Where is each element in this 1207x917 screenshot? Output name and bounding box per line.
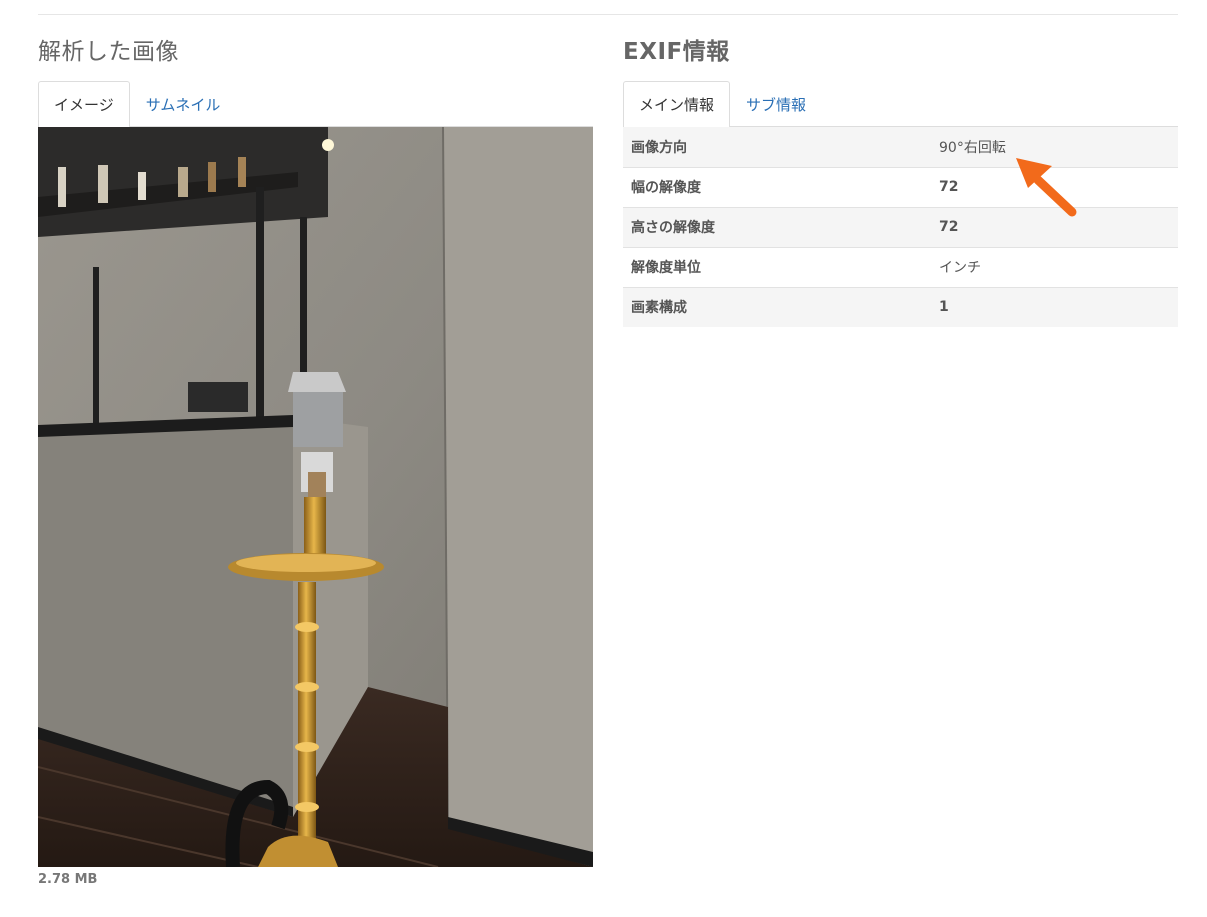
exif-info-title: EXIF情報 [623, 39, 730, 65]
table-row: 画像方向 90°右回転 [623, 127, 1178, 167]
exif-table: 画像方向 90°右回転 幅の解像度 72 高さの解像度 72 解像度単位 インチ… [623, 127, 1178, 327]
tab-sub-info[interactable]: サブ情報 [730, 81, 822, 126]
exif-value: インチ [931, 246, 1178, 287]
table-row: 画素構成 1 [623, 286, 1178, 327]
table-row: 高さの解像度 72 [623, 206, 1178, 247]
exif-key: 解像度単位 [623, 246, 931, 287]
exif-key: 画像方向 [631, 139, 687, 156]
exif-key: 幅の解像度 [623, 166, 931, 207]
annotation-arrow-icon [1016, 158, 1077, 217]
table-row: 幅の解像度 72 [623, 166, 1178, 207]
tab-image[interactable]: イメージ [38, 81, 130, 127]
image-tabs: イメージ サムネイル [38, 81, 593, 127]
exif-key: 高さの解像度 [623, 206, 931, 247]
top-divider [38, 14, 1178, 15]
analyzed-image-title: 解析した画像 [38, 39, 179, 65]
exif-key: 画素構成 [623, 286, 931, 327]
table-row: 解像度単位 インチ [623, 246, 1178, 287]
file-size: 2.78 MB [38, 872, 98, 887]
tab-main-info[interactable]: メイン情報 [623, 81, 731, 127]
analyzed-photo [38, 127, 593, 867]
exif-tabs: メイン情報 サブ情報 [623, 81, 1178, 127]
tab-thumbnail[interactable]: サムネイル [130, 81, 237, 126]
exif-value: 1 [931, 286, 1178, 327]
